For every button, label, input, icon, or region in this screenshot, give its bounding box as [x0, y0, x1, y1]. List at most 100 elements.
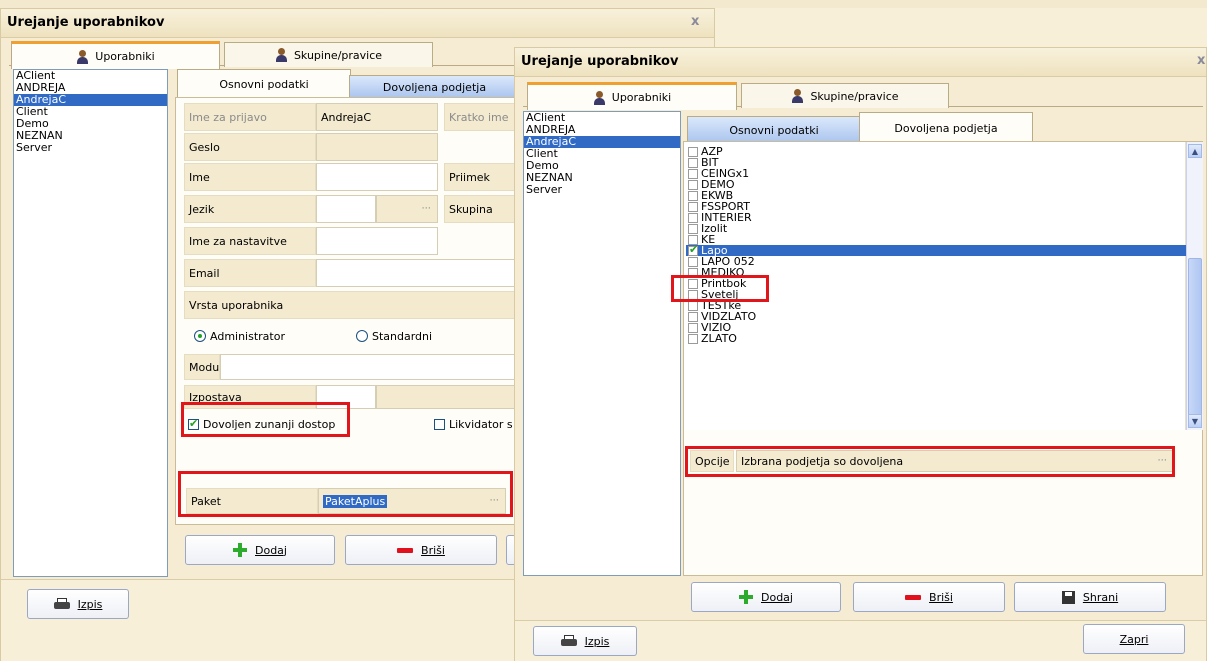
add-button[interactable]: Dodaj [185, 535, 335, 565]
company-list-scrollbar[interactable]: ▲ ▼ [1186, 142, 1203, 430]
front-window-titlebar: Urejanje uporabnikov x [515, 48, 1206, 77]
password-label: Geslo [184, 133, 316, 161]
short-name-label: Kratko ime [444, 103, 519, 131]
tab-basic-data[interactable]: Osnovni podatki [177, 69, 351, 98]
tab-allowed-companies-label: Dovoljena podjetja [382, 80, 487, 94]
checkbox-icon [688, 157, 698, 168]
back-form-panel: Ime za prijavo AndrejaC Kratko ime Geslo… [175, 97, 519, 525]
list-item[interactable]: Server [14, 142, 167, 154]
front-companies-panel: AZP BIT CEINGx1 DEMO EKWB FSSPORT INTERI… [683, 141, 1203, 576]
tab-basic-data-label: Osnovni podatki [729, 123, 819, 137]
print-button[interactable]: Izpis [533, 626, 637, 656]
back-window-title: Urejanje uporabnikov [7, 15, 165, 30]
tab-allowed-companies-label: Dovoljena podjetja [894, 121, 998, 135]
language-field[interactable] [316, 195, 376, 223]
checkbox-icon [434, 418, 445, 430]
printer-icon [560, 635, 577, 647]
checkbox-icon [688, 179, 698, 190]
add-button-label: Dodaj [761, 590, 793, 604]
delete-button[interactable]: Briši [853, 582, 1005, 612]
radio-administrator-label: Administrator [210, 329, 285, 343]
tab-groups[interactable]: Skupine/pravice [224, 42, 433, 67]
user-type-label: Vrsta uporabnika [184, 291, 519, 319]
print-button-label: Izpis [77, 597, 103, 611]
print-button[interactable]: Izpis [27, 589, 129, 619]
tab-users[interactable]: Uporabniki [527, 82, 737, 110]
add-button-label: Dodaj [255, 543, 287, 557]
printer-icon [53, 598, 70, 610]
highlight-options [685, 446, 1175, 477]
close-button[interactable]: Zapri [1083, 624, 1185, 654]
checkbox-icon [688, 212, 698, 223]
ellipsis-icon: ··· [421, 203, 431, 215]
first-name-field[interactable] [316, 163, 438, 191]
back-user-list[interactable]: AClient ANDREJA AndrejaC Client Demo NEZ… [13, 69, 168, 577]
password-field[interactable] [316, 133, 438, 161]
delete-button-label: Briši [421, 543, 445, 557]
radio-administrator[interactable]: Administrator [194, 324, 285, 348]
language-label: Jezik [184, 195, 316, 223]
background-strip [0, 0, 1207, 8]
list-item[interactable]: Server [524, 184, 680, 196]
tab-basic-data-label: Osnovni podatki [219, 77, 309, 91]
radio-standard[interactable]: Standardni [356, 324, 432, 348]
tab-users[interactable]: Uporabniki [11, 41, 220, 69]
email-field[interactable] [316, 259, 519, 287]
radio-icon [194, 330, 206, 342]
scroll-up-icon[interactable]: ▲ [1188, 144, 1202, 158]
save-button[interactable]: Shrani [1014, 582, 1166, 612]
tab-users-label: Uporabniki [95, 50, 155, 63]
modules-label: Moduli [184, 354, 220, 380]
close-icon[interactable]: x [691, 14, 699, 29]
email-label: Email [184, 259, 316, 287]
minus-icon [905, 594, 922, 600]
tab-basic-data[interactable]: Osnovni podatki [687, 116, 861, 143]
close-icon[interactable]: x [1197, 53, 1205, 68]
radio-standard-label: Standardni [372, 329, 433, 343]
checkbox-icon [688, 201, 698, 212]
group-label: Skupina [444, 195, 519, 223]
checkbox-icon [688, 223, 698, 234]
tab-allowed-companies[interactable]: Dovoljena podjetja [859, 112, 1033, 143]
company-item[interactable]: ZLATO [688, 333, 737, 344]
back-sub-tabs: Osnovni podatki Dovoljena podjetja [173, 69, 520, 98]
last-name-label: Priimek [444, 163, 519, 191]
plus-icon [233, 543, 247, 557]
user-icon [593, 90, 606, 105]
highlight-package [178, 471, 513, 517]
tab-users-label: Uporabniki [611, 91, 672, 104]
tab-allowed-companies[interactable]: Dovoljena podjetja [349, 75, 520, 98]
front-user-list[interactable]: AClient ANDREJA AndrejaC Client Demo NEZ… [523, 111, 681, 576]
group-icon [275, 48, 288, 62]
company-item-selected[interactable]: Lapo [686, 244, 1186, 256]
login-field: AndrejaC [316, 103, 438, 131]
plus-icon [739, 590, 753, 604]
settings-name-field[interactable] [316, 227, 438, 255]
tab-groups[interactable]: Skupine/pravice [741, 83, 949, 108]
radio-icon [356, 330, 368, 342]
add-button[interactable]: Dodaj [691, 582, 841, 612]
user-icon [76, 49, 89, 64]
save-button-label: Shrani [1082, 590, 1119, 604]
minus-icon [397, 547, 414, 553]
front-window-title: Urejanje uporabnikov [521, 54, 679, 69]
highlight-checked-company [671, 275, 769, 302]
checkbox-checked-icon [688, 244, 698, 256]
group-icon [791, 89, 804, 103]
checkbox-icon [688, 333, 698, 344]
modules-field[interactable] [220, 354, 519, 380]
checkbox-icon [688, 256, 698, 267]
language-picker[interactable]: ··· [376, 195, 438, 223]
scroll-thumb[interactable] [1188, 258, 1202, 416]
checkbox-icon [688, 190, 698, 201]
checkbox-icon [688, 311, 698, 322]
checkbox-icon [688, 300, 698, 311]
checkbox-icon [688, 168, 698, 179]
settings-name-label: Ime za nastavitve [184, 227, 316, 255]
login-label: Ime za prijavo [184, 103, 316, 131]
back-window-titlebar: Urejanje uporabnikov x [1, 9, 714, 38]
delete-button[interactable]: Briši [345, 535, 497, 565]
checkbox-icon [688, 146, 698, 157]
liquidator-checkbox[interactable]: Likvidator s [434, 417, 513, 431]
scroll-down-icon[interactable]: ▼ [1188, 414, 1202, 428]
